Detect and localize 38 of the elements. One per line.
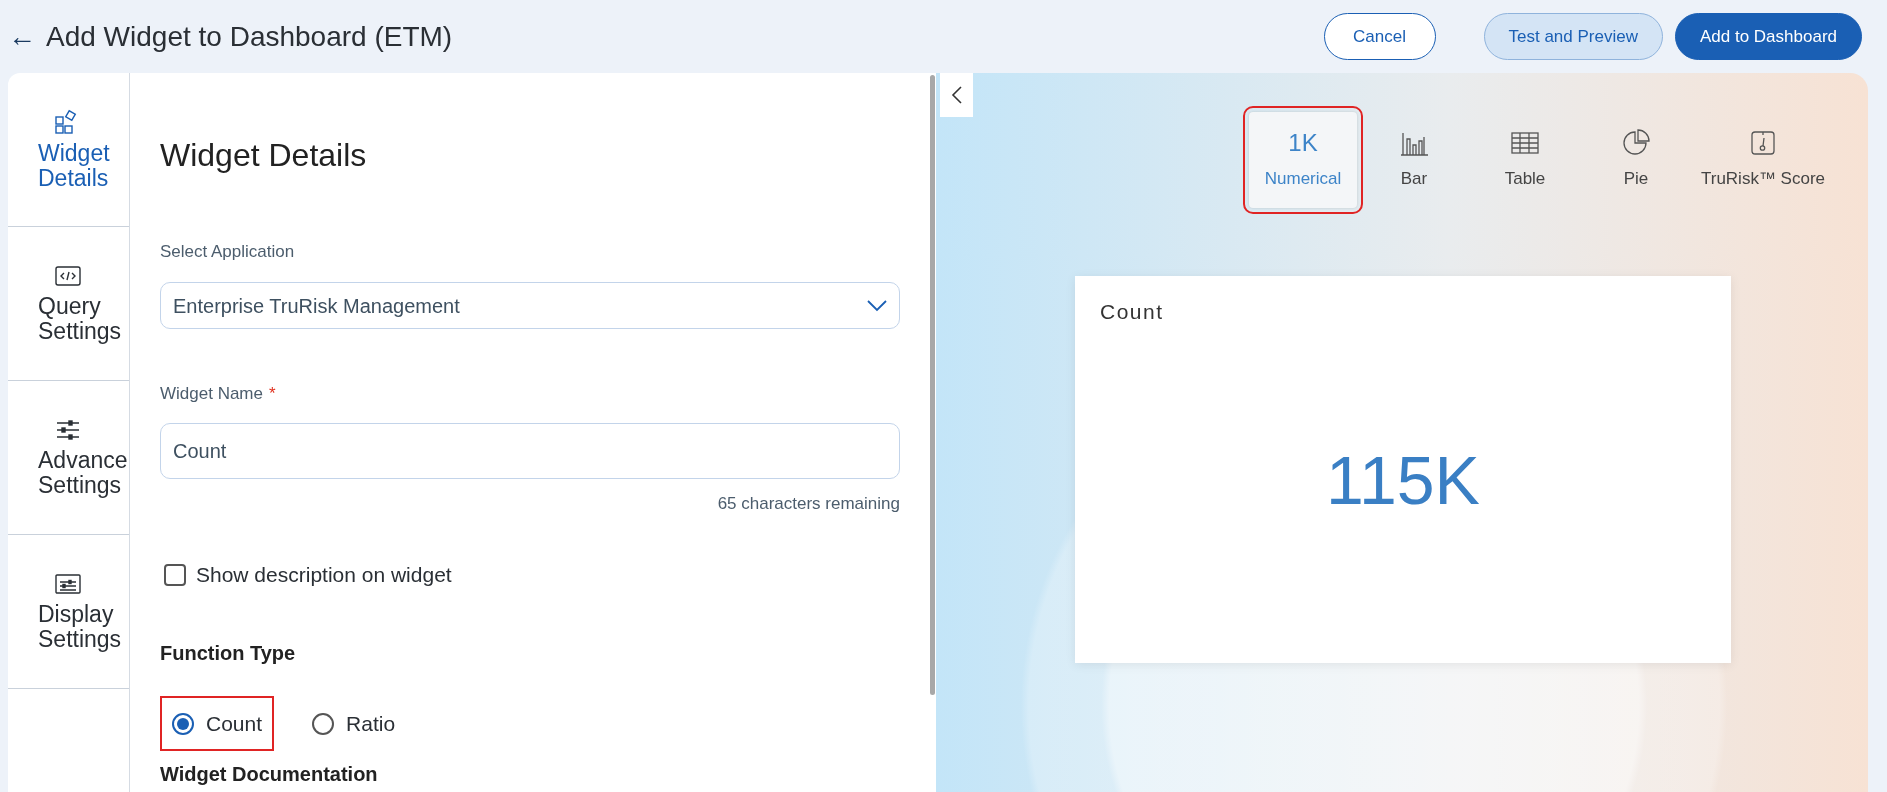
metric-value: 115K — [1326, 441, 1480, 521]
nav-item[interactable]: Advance Settings — [8, 381, 129, 535]
group-label: Function Type — [160, 641, 297, 666]
nav-item[interactable]: Widget Details — [8, 73, 129, 227]
gauge-icon — [1749, 129, 1777, 158]
card-title: Count — [1100, 299, 1164, 325]
header-button[interactable]: Test and Preview — [1483, 13, 1663, 60]
table-icon — [1510, 130, 1540, 157]
field-label: Widget Name — [160, 383, 263, 405]
header-button[interactable]: Cancel — [1323, 13, 1436, 60]
nav-item[interactable]: Query Settings — [8, 227, 129, 381]
chart-type-tab[interactable]: Pie — [1582, 112, 1690, 208]
chart-type-tab[interactable]: TruRisk™ Score — [1693, 112, 1833, 208]
application-dropdown[interactable]: Enterprise TruRisk Management — [160, 282, 900, 329]
character-counter: 65 characters remaining — [717, 493, 900, 515]
sliders-icon — [54, 417, 82, 442]
field-label: Select Application — [160, 241, 296, 263]
header-button[interactable]: Add to Dashboard — [1674, 13, 1862, 60]
nav-item[interactable]: Display Settings — [8, 535, 129, 689]
chart-type-tab[interactable]: Table — [1471, 112, 1579, 208]
section-heading: Widget Details — [160, 136, 368, 175]
radio-option[interactable]: Count — [160, 696, 275, 751]
back-arrow[interactable]: ← — [8, 15, 36, 58]
scrollbar-thumb[interactable] — [930, 75, 935, 695]
code-window-icon — [54, 263, 82, 288]
chart-type-tab[interactable]: Bar — [1360, 112, 1468, 208]
required-mark: * — [269, 383, 276, 405]
numerical-glyph: 1K — [1288, 128, 1318, 159]
section-heading: Widget Documentation — [160, 763, 379, 785]
checkbox[interactable] — [164, 564, 186, 586]
chevron-down-icon — [867, 299, 887, 312]
collapse-button[interactable] — [940, 73, 973, 117]
widget-name-field[interactable]: Count — [160, 423, 900, 479]
chevron-left-icon — [950, 85, 963, 105]
display-settings-icon — [54, 571, 82, 596]
radio-option[interactable]: Ratio — [300, 696, 408, 751]
checkbox-label: Show description on widget — [196, 562, 452, 588]
page-title: Add Widget to Dashboard (ETM) — [46, 19, 453, 54]
